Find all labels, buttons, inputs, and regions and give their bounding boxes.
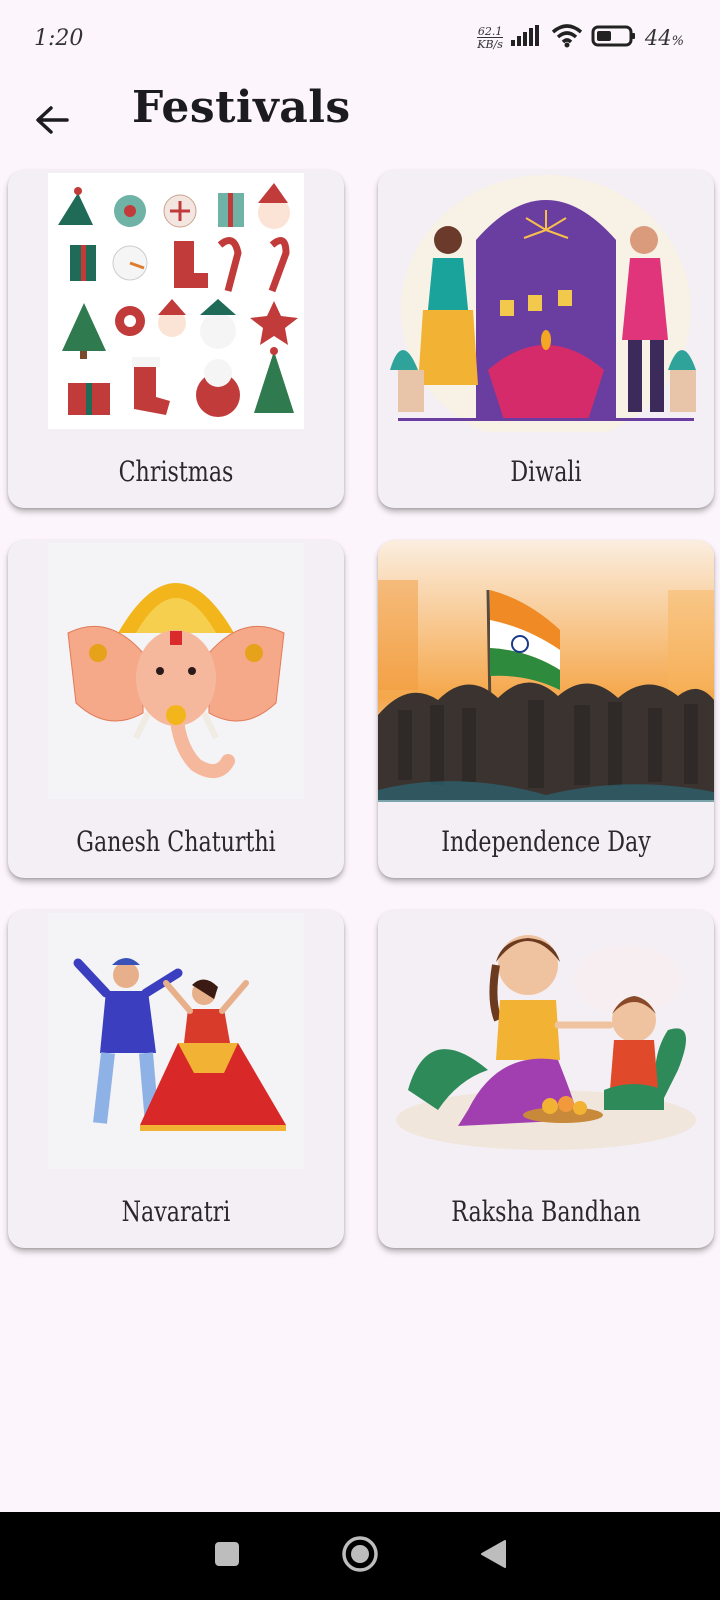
square-icon [214, 1541, 240, 1571]
diwali-image [378, 170, 714, 432]
raksha-bandhan-image [378, 910, 714, 1172]
back-button[interactable] [26, 96, 78, 148]
festival-card-diwali[interactable]: Diwali [378, 170, 714, 508]
network-speed-value: 62.1 [477, 25, 503, 38]
battery-percent: 44% [644, 26, 684, 50]
festival-card-label: Raksha Bandhan [451, 1195, 641, 1228]
festival-card-raksha-bandhan[interactable]: Raksha Bandhan [378, 910, 714, 1248]
festival-card-label: Diwali [510, 455, 582, 488]
festival-card-navaratri[interactable]: Navaratri [8, 910, 344, 1248]
festival-grid: Christmas Diwali Ganesh Chaturthi Indepe… [8, 170, 714, 1248]
ganesha-image [44, 540, 308, 802]
home-button[interactable] [340, 1536, 380, 1576]
christmas-image [44, 170, 308, 432]
festival-card-ganesh-chaturthi[interactable]: Ganesh Chaturthi [8, 540, 344, 878]
festival-card-christmas[interactable]: Christmas [8, 170, 344, 508]
network-speed-unit: KB/s [477, 37, 503, 51]
arrow-left-icon [35, 105, 69, 139]
independence-day-image [378, 540, 714, 802]
festival-card-label: Christmas [118, 455, 234, 488]
recents-button[interactable] [207, 1536, 247, 1576]
status-bar: 1:20 62.1 KB/s 44% [0, 0, 720, 76]
system-back-button[interactable] [473, 1536, 513, 1576]
status-time: 1:20 [34, 25, 84, 51]
signal-icon [510, 25, 543, 51]
festival-card-label: Independence Day [441, 825, 651, 858]
festival-card-label: Navaratri [121, 1195, 231, 1228]
circle-icon [341, 1535, 379, 1577]
wifi-icon [551, 24, 583, 52]
page-title: Festivals [132, 82, 351, 133]
triangle-back-icon [479, 1539, 507, 1573]
navaratri-image [44, 910, 308, 1172]
system-nav-bar [0, 1512, 720, 1600]
festival-card-label: Ganesh Chaturthi [76, 825, 276, 858]
network-speed: 62.1 KB/s [477, 26, 503, 50]
status-icons: 62.1 KB/s 44% [477, 24, 684, 52]
festival-card-independence-day[interactable]: Independence Day [378, 540, 714, 878]
battery-icon [591, 24, 637, 52]
